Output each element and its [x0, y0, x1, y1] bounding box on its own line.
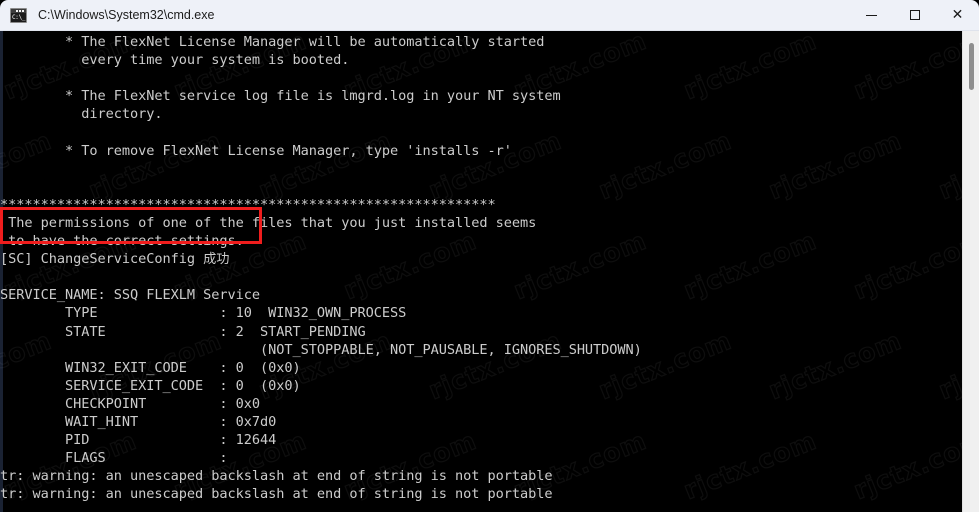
maximize-button[interactable]: [893, 0, 936, 31]
console-line: ****************************************…: [0, 196, 496, 213]
console-line: CHECKPOINT : 0x0: [0, 395, 260, 412]
console-line: * The FlexNet service log file is lmgrd.…: [0, 88, 561, 105]
console-line: FLAGS :: [0, 450, 228, 467]
console-line: * To remove FlexNet License Manager, typ…: [0, 142, 512, 159]
console-line: PID : 12644: [0, 432, 277, 449]
title-bar: C:\_ C:\Windows\System32\cmd.exe ✕: [0, 0, 979, 31]
minimize-icon: [866, 14, 877, 16]
console-line: WIN32_EXIT_CODE : 0 (0x0): [0, 359, 301, 376]
scrollbar-thumb[interactable]: [969, 43, 974, 90]
minimize-button[interactable]: [850, 0, 893, 31]
console-line: tr: warning: an unescaped backslash at e…: [0, 468, 553, 485]
window-controls: ✕: [850, 0, 979, 31]
console-output-area[interactable]: rjctx.com rjctx.com rjctx.com rjctx.com rjct…: [0, 31, 979, 512]
title-bar-left: C:\_ C:\Windows\System32\cmd.exe: [0, 7, 850, 23]
window-title: C:\Windows\System32\cmd.exe: [38, 8, 215, 22]
console-line: WAIT_HINT : 0x7d0: [0, 413, 277, 430]
console-line: SERVICE_EXIT_CODE : 0 (0x0): [0, 377, 301, 394]
close-button[interactable]: ✕: [936, 0, 979, 31]
console-line: SERVICE_NAME: SSQ FLEXLM Service: [0, 287, 260, 304]
console-line: STATE : 2 START_PENDING: [0, 323, 366, 340]
console-line: * The FlexNet License Manager will be au…: [0, 34, 545, 50]
cmd-icon: C:\_: [10, 7, 27, 23]
console-line: tr: warning: an unescaped backslash at e…: [0, 486, 553, 503]
maximize-icon: [909, 10, 920, 20]
console-scrollbar[interactable]: [962, 31, 979, 512]
console-line: TYPE : 10 WIN32_OWN_PROCESS: [0, 305, 407, 322]
console-line: The permissions of one of the files that…: [0, 214, 537, 231]
cmd-icon-screen: C:\_: [11, 12, 26, 22]
console-line: directory.: [0, 106, 163, 123]
console-line: every time your system is booted.: [0, 52, 350, 69]
cmd-window: C:\_ C:\Windows\System32\cmd.exe ✕ rjctx…: [0, 0, 979, 512]
console-line: to have the correct settings.: [0, 233, 244, 250]
console-line: [SC] ChangeServiceConfig 成功: [0, 251, 230, 268]
console-line: (NOT_STOPPABLE, NOT_PAUSABLE, IGNORES_SH…: [0, 341, 642, 358]
close-icon: ✕: [951, 7, 964, 23]
console-text: * The FlexNet License Manager will be au…: [0, 31, 979, 512]
